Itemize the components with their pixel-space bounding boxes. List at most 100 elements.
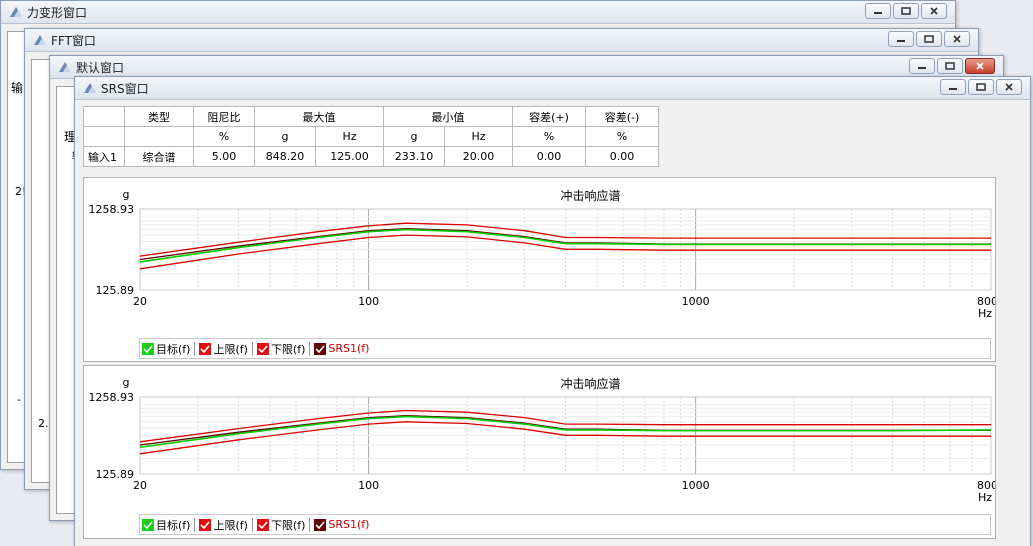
y-axis-label: g <box>123 188 130 201</box>
checkbox-icon[interactable] <box>142 518 154 531</box>
y-axis-label: g <box>123 376 130 389</box>
checkbox-icon[interactable] <box>199 518 212 531</box>
fft-window-titlebar[interactable]: FFT窗口 <box>25 29 978 52</box>
checkbox-icon[interactable] <box>199 342 212 355</box>
legend-label: 目标(f) <box>156 342 191 356</box>
minimize-button[interactable] <box>909 58 935 74</box>
close-button[interactable] <box>996 79 1022 95</box>
force-row-label: 输 <box>11 81 24 95</box>
close-button[interactable] <box>944 31 970 47</box>
legend-item-srs[interactable]: SRS1(f) <box>314 342 369 355</box>
app-icon <box>10 7 22 17</box>
x-tick-label: 1000 <box>682 479 710 492</box>
window-title: FFT窗口 <box>51 34 96 48</box>
legend-label: SRS1(f) <box>328 342 370 355</box>
legend-label: 目标(f) <box>156 518 191 532</box>
cell-tol-plus[interactable]: 0.00 <box>512 146 586 167</box>
legend-item-upper[interactable]: 上限(f) <box>199 517 248 533</box>
maximize-button[interactable] <box>893 3 919 19</box>
force-window-titlebar[interactable]: 力变形窗口 <box>1 1 955 24</box>
minimize-button[interactable] <box>888 31 914 47</box>
checkbox-icon[interactable] <box>142 342 154 355</box>
legend-item-upper[interactable]: 上限(f) <box>199 341 248 357</box>
unit-cell: Hz <box>315 126 384 147</box>
x-tick-label: 20 <box>133 479 147 492</box>
window-title: 默认窗口 <box>76 61 125 75</box>
minimize-button[interactable] <box>940 79 966 95</box>
srs-parameter-table: 类型 阻尼比 最大值 最小值 容差(+) 容差(-) % g Hz g Hz %… <box>83 106 659 167</box>
legend-item-lower[interactable]: 下限(f) <box>256 517 306 533</box>
maximize-button[interactable] <box>937 58 963 74</box>
x-axis-label: Hz <box>978 307 992 320</box>
y-tick-label: 125.89 <box>96 468 135 481</box>
chart-title: 冲击响应谱 <box>560 376 620 391</box>
chart-legend-2: 目标(f) 上限(f) 下限(f) SRS1(f) <box>139 514 991 535</box>
legend-item-target[interactable]: 目标(f) <box>142 341 190 357</box>
legend-divider <box>251 517 253 532</box>
maximize-button[interactable] <box>916 31 942 47</box>
header-tol-minus: 容差(-) <box>585 106 659 127</box>
header-max: 最大值 <box>254 106 384 127</box>
y-tick-label: 1258.93 <box>89 203 135 216</box>
legend-label: 上限(f) <box>213 518 248 532</box>
table-row[interactable]: 输入1 综合谱 5.00 848.20 125.00 233.10 20.00 … <box>83 146 659 167</box>
srs-chart-panel-1[interactable]: 冲击响应谱g1258.93125.892010010008000Hz 目标(f)… <box>83 177 996 362</box>
checkbox-icon[interactable] <box>314 342 327 355</box>
srs-chart-2[interactable]: 冲击响应谱g1258.93125.892010010008000Hz <box>84 366 996 514</box>
table-corner-cell <box>83 106 125 127</box>
maximize-button[interactable] <box>968 79 994 95</box>
x-tick-label: 100 <box>358 479 379 492</box>
x-axis-label: Hz <box>978 491 992 504</box>
legend-item-target[interactable]: 目标(f) <box>142 517 190 533</box>
window-title: 力变形窗口 <box>27 6 88 20</box>
app-icon <box>84 83 96 93</box>
header-type: 类型 <box>124 106 194 127</box>
legend-label: 上限(f) <box>213 342 248 356</box>
cell-min-hz[interactable]: 20.00 <box>444 146 513 167</box>
srs-window-titlebar[interactable]: SRS窗口 <box>75 77 1030 100</box>
cell-max-g[interactable]: 848.20 <box>254 146 316 167</box>
app-icon <box>34 35 46 45</box>
chart-title: 冲击响应谱 <box>560 188 620 203</box>
row-label: 输入1 <box>83 146 125 167</box>
unit-cell: % <box>585 126 659 147</box>
header-damping: 阻尼比 <box>193 106 255 127</box>
header-min: 最小值 <box>383 106 513 127</box>
unit-cell <box>124 126 194 147</box>
chart-legend-1: 目标(f) 上限(f) 下限(f) SRS1(f) <box>139 338 991 359</box>
cell-max-hz[interactable]: 125.00 <box>315 146 384 167</box>
legend-divider <box>309 341 311 356</box>
unit-cell: Hz <box>444 126 513 147</box>
unit-cell: % <box>512 126 586 147</box>
force-axis-text: - <box>17 393 21 406</box>
legend-divider <box>251 341 253 356</box>
cell-min-g[interactable]: 233.10 <box>383 146 445 167</box>
srs-chart-panel-2[interactable]: 冲击响应谱g1258.93125.892010010008000Hz 目标(f)… <box>83 365 996 539</box>
y-tick-label: 125.89 <box>96 284 135 297</box>
legend-item-srs[interactable]: SRS1(f) <box>314 518 369 531</box>
unit-cell: g <box>254 126 316 147</box>
x-tick-label: 20 <box>133 295 147 308</box>
checkbox-icon[interactable] <box>256 518 269 531</box>
cell-tol-minus[interactable]: 0.00 <box>585 146 659 167</box>
app-icon <box>59 62 71 72</box>
srs-chart-1[interactable]: 冲击响应谱g1258.93125.892010010008000Hz <box>84 178 996 338</box>
checkbox-icon[interactable] <box>256 342 269 355</box>
cell-damping[interactable]: 5.00 <box>193 146 255 167</box>
window-title: SRS窗口 <box>101 82 149 96</box>
unit-cell <box>83 126 125 147</box>
legend-divider <box>194 517 196 532</box>
legend-label: 下限(f) <box>270 518 306 532</box>
close-button[interactable] <box>965 58 995 74</box>
unit-cell: g <box>383 126 445 147</box>
legend-item-lower[interactable]: 下限(f) <box>256 341 305 357</box>
legend-divider <box>194 341 196 356</box>
cell-type[interactable]: 综合谱 <box>124 146 194 167</box>
minimize-button[interactable] <box>865 3 891 19</box>
y-tick-label: 1258.93 <box>89 391 135 404</box>
legend-divider <box>309 517 311 532</box>
close-button[interactable] <box>921 3 947 19</box>
x-tick-label: 100 <box>358 295 379 308</box>
legend-label: SRS1(f) <box>328 518 370 531</box>
checkbox-icon[interactable] <box>314 518 327 531</box>
